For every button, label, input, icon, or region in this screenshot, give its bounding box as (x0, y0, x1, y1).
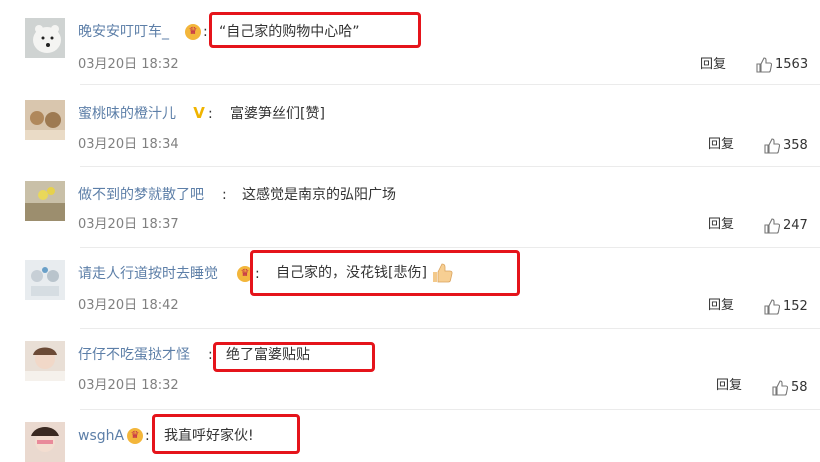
like-button[interactable]: 58 (772, 379, 808, 397)
like-count: 1563 (775, 57, 809, 72)
reply-button[interactable]: 回复 (708, 136, 734, 154)
timestamp: 03月20日 18:32 (78, 378, 179, 393)
timestamp: 03月20日 18:42 (78, 298, 179, 313)
colon: : (222, 187, 227, 203)
avatar[interactable] (25, 260, 65, 300)
like-count: 247 (783, 218, 808, 233)
reply-button[interactable]: 回复 (708, 297, 734, 315)
comment-row: 晚安安叮叮车_ ♛ : “自己家的购物中心哈” 03月20日 18:32 回复 … (0, 0, 820, 80)
colon: : (208, 347, 213, 363)
avatar[interactable] (25, 422, 65, 462)
like-count: 58 (791, 380, 808, 395)
avatar[interactable] (25, 341, 65, 381)
reply-button[interactable]: 回复 (700, 56, 726, 74)
comment-text: 这感觉是南京的弘阳广场 (242, 187, 396, 203)
like-button[interactable]: 247 (764, 217, 808, 235)
like-count: 358 (783, 138, 808, 153)
like-count: 152 (783, 299, 808, 314)
like-button[interactable]: 1563 (756, 56, 808, 74)
highlight-box (250, 250, 520, 296)
user-name[interactable]: 晚安安叮叮车_ (78, 22, 169, 42)
user-name[interactable]: 做不到的梦就散了吧 (78, 185, 204, 205)
avatar[interactable] (25, 181, 65, 221)
highlight-box (213, 342, 375, 372)
thumbs-up-icon (764, 218, 780, 234)
avatar[interactable] (25, 18, 65, 58)
colon: : (203, 24, 208, 40)
user-name[interactable]: 蜜桃味的橙汁儿 (78, 104, 176, 124)
reply-button[interactable]: 回复 (708, 216, 734, 234)
comment-text: 富婆笋丝们[赞] (230, 106, 325, 122)
timestamp: 03月20日 18:37 (78, 217, 179, 232)
comment-row: 蜜桃味的橙汁儿 V : 富婆笋丝们[赞] 03月20日 18:34 回复 358 (0, 85, 820, 165)
comment-row: 做不到的梦就散了吧 : 这感觉是南京的弘阳广场 03月20日 18:37 回复 … (0, 167, 820, 247)
thumbs-up-icon (756, 57, 772, 73)
like-button[interactable]: 152 (764, 298, 808, 316)
comment-row: 仔仔不吃蛋挞才怪 : 绝了富婆贴贴 03月20日 18:32 回复 58 (0, 329, 820, 409)
colon: : (145, 428, 150, 444)
colon: : (208, 106, 213, 122)
user-name[interactable]: wsghA (78, 426, 124, 446)
crown-icon: ♛ (185, 24, 201, 40)
comment-row: 请走人行道按时去睡觉 ♛ : 自己家的，没花钱[悲伤] 03月20日 18:42… (0, 248, 820, 328)
highlight-box (152, 414, 300, 454)
like-button[interactable]: 358 (764, 137, 808, 155)
comment-row: wsghA ♛ : 我直呼好家伙! (0, 410, 820, 462)
thumbs-up-icon (772, 380, 788, 396)
avatar[interactable] (25, 100, 65, 140)
timestamp: 03月20日 18:32 (78, 57, 179, 72)
timestamp: 03月20日 18:34 (78, 137, 179, 152)
v-badge-icon: V (193, 104, 205, 122)
crown-icon: ♛ (127, 428, 143, 444)
user-name[interactable]: 仔仔不吃蛋挞才怪 (78, 345, 190, 365)
user-name[interactable]: 请走人行道按时去睡觉 (78, 264, 218, 284)
thumbs-up-icon (764, 138, 780, 154)
thumbs-up-icon (764, 299, 780, 315)
reply-button[interactable]: 回复 (716, 377, 742, 395)
highlight-box (209, 12, 421, 48)
